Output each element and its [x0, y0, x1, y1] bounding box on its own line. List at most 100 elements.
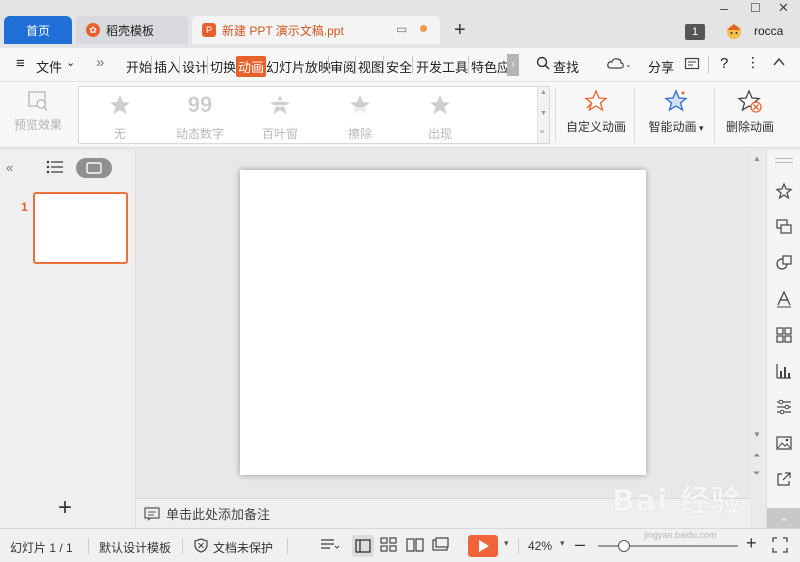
scroll-up-icon[interactable]: ▲	[753, 154, 761, 163]
collapse-ribbon-icon[interactable]	[772, 55, 786, 72]
chevron-double-right-icon[interactable]: »	[96, 54, 104, 71]
window-count-badge[interactable]: 1	[685, 24, 705, 40]
menu-tab-insert[interactable]: 插入	[154, 57, 180, 76]
add-slide-button[interactable]: +	[58, 496, 72, 520]
menu-tab-developer[interactable]: 开发工具	[416, 57, 468, 76]
zoom-in-button[interactable]: +	[746, 533, 757, 554]
outline-view-icon[interactable]	[46, 160, 64, 177]
more-icon[interactable]: ⋮	[746, 54, 760, 71]
slide-canvas[interactable]	[240, 170, 646, 475]
previous-slide-icon[interactable]: ⏶	[753, 450, 760, 461]
animation-appear[interactable]: 出现	[405, 93, 475, 142]
minimize-button[interactable]: –	[720, 0, 728, 16]
zoom-slider-thumb[interactable]	[618, 540, 630, 552]
hamburger-icon[interactable]: ≡	[16, 55, 25, 72]
screen-icon[interactable]: ▭	[396, 22, 407, 36]
menu-tab-home[interactable]: 开始	[126, 57, 152, 76]
gallery-scrollbar[interactable]: ▲ ▼ ≡	[537, 87, 549, 143]
chevron-down-icon[interactable]: ⌄	[66, 56, 75, 69]
picture-icon[interactable]	[775, 434, 793, 452]
presenter-view-icon[interactable]	[432, 537, 450, 556]
text-style-icon[interactable]	[775, 290, 793, 308]
align-menu-icon[interactable]	[320, 537, 340, 556]
slide-view-toggle[interactable]	[76, 158, 112, 178]
zoom-out-button[interactable]: –	[575, 534, 585, 555]
divider	[383, 56, 384, 74]
star-wipe-icon	[350, 95, 370, 115]
cloud-sync-icon[interactable]: ⌄	[606, 56, 632, 75]
template-name[interactable]: 默认设计模板	[99, 539, 171, 556]
close-button[interactable]: ✕	[778, 0, 789, 16]
avatar[interactable]	[724, 22, 744, 40]
shapes-icon[interactable]	[775, 254, 793, 272]
fit-to-window-icon[interactable]	[772, 537, 788, 556]
chart-icon[interactable]	[775, 362, 793, 380]
animation-none[interactable]: 无	[85, 93, 155, 142]
menu-tab-security[interactable]: 安全	[386, 57, 412, 76]
expand-toolbar-button[interactable]: ⌄	[767, 508, 800, 528]
menu-tab-design[interactable]: 设计	[182, 57, 208, 76]
menu-scroll-right-button[interactable]: ›	[507, 54, 519, 76]
collapse-panel-icon[interactable]: «	[6, 160, 13, 175]
tab-docer-templates[interactable]: ✿ 稻壳模板	[76, 16, 188, 44]
maximize-button[interactable]: ☐	[750, 1, 761, 15]
divider	[207, 56, 208, 74]
notes-placeholder: 单击此处添加备注	[166, 507, 271, 522]
slide-sorter-icon[interactable]	[380, 537, 398, 556]
animation-blinds[interactable]: 百叶窗	[245, 93, 315, 142]
animation-none-label: 无	[113, 127, 126, 141]
help-button[interactable]: ?	[720, 55, 728, 72]
share-out-icon[interactable]	[775, 470, 793, 488]
tab-home[interactable]: 首页	[4, 16, 72, 44]
next-slide-icon[interactable]: ⏷	[753, 468, 760, 479]
zoom-level[interactable]: 42%	[528, 539, 552, 553]
search-icon[interactable]	[536, 56, 550, 73]
divider	[88, 538, 89, 554]
menu-tab-features[interactable]: 特色应	[471, 57, 507, 76]
divider	[555, 88, 556, 142]
animation-wipe[interactable]: 擦除	[325, 93, 395, 142]
divider	[151, 56, 152, 74]
document-protection-status[interactable]: 文档未保护	[213, 539, 273, 556]
reading-view-icon[interactable]	[406, 537, 424, 556]
settings-sliders-icon[interactable]	[775, 398, 793, 416]
vertical-scrollbar[interactable]: ▲ ▼ ⏶ ⏷	[750, 150, 766, 528]
menu-tab-slideshow[interactable]: 幻灯片放映	[266, 57, 331, 76]
tab-docer-label: 稻壳模板	[106, 23, 155, 38]
new-tab-button[interactable]: +	[454, 20, 466, 40]
slide-thumbnail[interactable]	[33, 192, 128, 264]
user-name[interactable]: rocca	[754, 24, 783, 38]
expand-gallery-icon[interactable]: ≡	[540, 129, 544, 136]
transition-icon[interactable]	[775, 218, 793, 236]
title-bar: 首页 ✿ 稻壳模板 P 新建 PPT 演示文稿.ppt ▭ + – ☐ ✕ 1 …	[0, 0, 800, 48]
scroll-down-icon[interactable]: ▼	[753, 430, 761, 439]
scroll-down-icon[interactable]: ▼	[540, 110, 547, 117]
share-button[interactable]: 分享	[648, 57, 674, 76]
delete-animation-button[interactable]: 删除动画	[722, 88, 778, 135]
play-options-chevron-icon[interactable]: ▾	[504, 538, 509, 549]
layout-grid-icon[interactable]	[775, 326, 793, 344]
file-menu[interactable]: 文件	[36, 57, 62, 76]
animation-gallery: 无 99 动态数字 百叶窗 擦除 出现 ▲ ▼ ≡	[78, 86, 550, 144]
slide-count: 幻灯片 1 / 1	[10, 541, 73, 555]
comment-icon[interactable]	[684, 56, 700, 75]
menu-tab-review[interactable]: 审阅	[330, 57, 356, 76]
menu-tab-transition[interactable]: 切换	[210, 57, 236, 76]
tab-home-label: 首页	[25, 23, 50, 38]
menu-tab-animation[interactable]: 动画	[236, 56, 267, 77]
preview-button[interactable]: 预览效果	[10, 90, 66, 133]
custom-animation-button[interactable]: 自定义动画	[564, 88, 628, 135]
zoom-options-chevron-icon[interactable]: ▾	[560, 538, 565, 549]
animation-dynamic-number-label: 动态数字	[175, 127, 224, 141]
search-button[interactable]: 查找	[553, 57, 579, 76]
play-slideshow-button[interactable]	[468, 535, 498, 557]
smart-animation-button[interactable]: 智能动画 ▾	[644, 88, 708, 135]
smart-animation-label: 智能动画 ▾	[648, 120, 704, 134]
menu-tab-view[interactable]: 视图	[358, 57, 384, 76]
normal-view-button[interactable]	[352, 535, 374, 557]
scroll-up-icon[interactable]: ▲	[540, 89, 547, 96]
animation-dynamic-number[interactable]: 99 动态数字	[165, 93, 235, 142]
tab-document[interactable]: P 新建 PPT 演示文稿.ppt ▭	[192, 16, 440, 44]
animation-pane-icon[interactable]	[775, 182, 793, 200]
divider	[775, 162, 793, 163]
